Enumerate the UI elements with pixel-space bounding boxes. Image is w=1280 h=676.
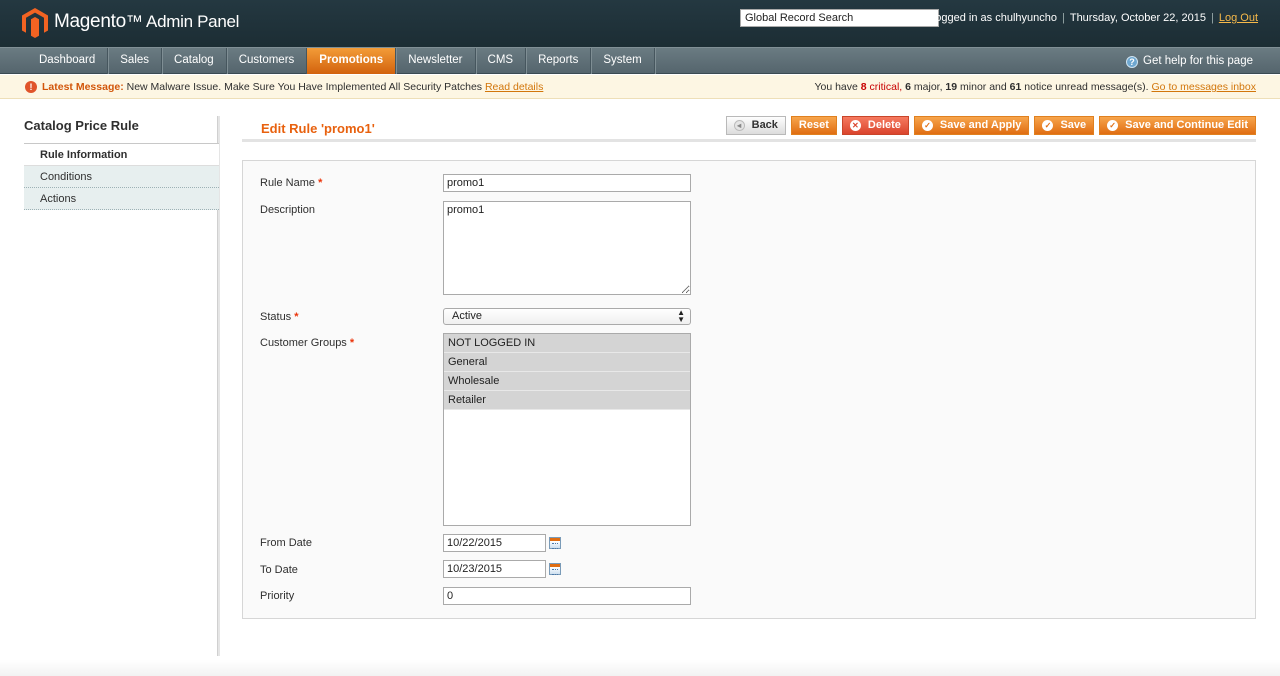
priority-input[interactable] xyxy=(443,587,691,605)
footer-area xyxy=(0,660,1280,676)
save-and-continue-button[interactable]: ✓ Save and Continue Edit xyxy=(1099,116,1256,135)
brand-title[interactable]: Magento™ Admin Panel xyxy=(54,11,239,33)
checkmark-icon: ✓ xyxy=(1107,120,1119,131)
current-date: Thursday, October 22, 2015 xyxy=(1069,12,1206,24)
back-arrow-icon: ◂ xyxy=(733,120,745,131)
calendar-icon[interactable] xyxy=(549,563,561,575)
main-navigation: Dashboard Sales Catalog Customers Promotions… xyxy=(0,47,1280,74)
sidebar-tabs: Rule Information Conditions Actions xyxy=(24,143,219,210)
nav-item-promotions[interactable]: Promotions xyxy=(307,48,397,74)
title-divider xyxy=(242,139,1256,142)
nav-item-cms[interactable]: CMS xyxy=(476,48,527,74)
magento-logo-icon xyxy=(22,8,48,38)
nav-item-catalog[interactable]: Catalog xyxy=(162,48,227,74)
message-summary: You have 8 critical, 6 major, 19 minor a… xyxy=(814,81,1256,93)
customer-groups-multiselect[interactable]: NOT LOGGED IN General Wholesale Retailer xyxy=(443,333,691,526)
alert-icon: ! xyxy=(25,81,37,93)
from-date-input[interactable] xyxy=(443,534,546,552)
tab-actions[interactable]: Actions xyxy=(24,188,219,210)
help-link[interactable]: ? Get help for this page xyxy=(1126,48,1253,74)
select-arrows-icon: ▲ ▼ xyxy=(677,308,685,324)
calendar-icon[interactable] xyxy=(549,537,561,549)
checkmark-icon: ✓ xyxy=(921,120,933,131)
help-icon: ? xyxy=(1126,56,1139,68)
rule-form-fieldset xyxy=(242,160,1256,619)
read-details-link[interactable]: Read details xyxy=(485,81,543,93)
status-select[interactable]: Active ▲ ▼ xyxy=(443,308,691,325)
to-date-label: To Date xyxy=(260,564,298,576)
save-and-apply-button[interactable]: ✓ Save and Apply xyxy=(913,116,1030,135)
description-label: Description xyxy=(260,204,316,216)
nav-item-dashboard[interactable]: Dashboard xyxy=(27,48,109,74)
user-info: Logged in as chulhyuncho | Thursday, Octob… xyxy=(929,12,1258,24)
status-label: Status * xyxy=(260,311,299,323)
delete-icon: ✕ xyxy=(849,120,861,131)
checkmark-icon: ✓ xyxy=(1042,120,1054,131)
description-textarea[interactable]: promo1 xyxy=(443,201,691,295)
rule-name-label: Rule Name * xyxy=(260,177,323,189)
group-option-wholesale[interactable]: Wholesale xyxy=(444,372,690,391)
nav-item-newsletter[interactable]: Newsletter xyxy=(396,48,476,74)
page-title: Edit Rule 'promo1' xyxy=(261,121,375,136)
tab-rule-information[interactable]: Rule Information xyxy=(24,144,219,166)
header-bar: Magento™ Admin Panel Logged in as chulhy… xyxy=(0,0,1280,47)
back-button[interactable]: ◂ Back xyxy=(725,116,786,135)
logout-link[interactable]: Log Out xyxy=(1219,12,1258,24)
logged-in-text: Logged in as chulhyuncho xyxy=(929,12,1057,24)
customer-groups-label: Customer Groups * xyxy=(260,337,355,349)
tab-conditions[interactable]: Conditions xyxy=(24,166,219,188)
global-record-search-input[interactable] xyxy=(740,9,939,27)
nav-item-reports[interactable]: Reports xyxy=(526,48,592,74)
latest-message: Latest Message: New Malware Issue. Make … xyxy=(42,81,544,93)
sidebar-title: Catalog Price Rule xyxy=(24,118,139,133)
save-button[interactable]: ✓ Save xyxy=(1034,116,1095,135)
rule-name-input[interactable] xyxy=(443,174,691,192)
nav-item-system[interactable]: System xyxy=(591,48,655,74)
messages-inbox-link[interactable]: Go to messages inbox xyxy=(1152,81,1256,93)
reset-button[interactable]: Reset xyxy=(790,116,837,135)
form-buttons: ◂ Back Reset ✕ Delete ✓ Save and Apply ✓ Sav… xyxy=(725,116,1256,135)
nav-item-customers[interactable]: Customers xyxy=(227,48,308,74)
group-option-retailer[interactable]: Retailer xyxy=(444,391,690,410)
group-option-general[interactable]: General xyxy=(444,353,690,372)
group-option-not-logged-in[interactable]: NOT LOGGED IN xyxy=(444,334,690,353)
notification-bar: ! Latest Message: New Malware Issue. Mak… xyxy=(0,75,1280,99)
nav-item-sales[interactable]: Sales xyxy=(108,48,163,74)
to-date-input[interactable] xyxy=(443,560,546,578)
from-date-label: From Date xyxy=(260,537,312,549)
priority-label: Priority xyxy=(260,590,295,602)
delete-button[interactable]: ✕ Delete xyxy=(841,116,909,135)
